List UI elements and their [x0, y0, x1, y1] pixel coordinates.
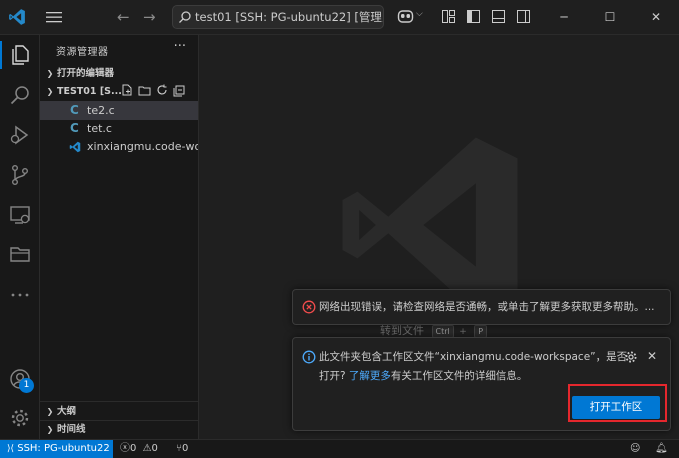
- search-icon: [179, 11, 191, 23]
- accounts-badge: 1: [19, 378, 34, 393]
- command-center-text: test01 [SSH: PG-ubuntu22] [管理员]: [195, 10, 384, 24]
- new-folder-icon[interactable]: [138, 83, 151, 97]
- remote-indicator[interactable]: ⟩⟨ SSH: PG-ubuntu22: [0, 440, 113, 458]
- back-arrow-icon[interactable]: ←: [117, 8, 130, 26]
- message-suffix: 有关工作区文件的详细信息。: [390, 370, 528, 382]
- error-count: 0: [130, 443, 137, 454]
- notifications-bell-icon[interactable]: 🔔︎: [655, 440, 668, 458]
- source-control-icon[interactable]: [8, 163, 32, 187]
- message-line-1: 此文件夹包含工作区文件“xinxiangmu.code-workspace”，是…: [319, 351, 628, 363]
- close-window-button[interactable]: ✕: [633, 0, 679, 34]
- workspace-message: 此文件夹包含工作区文件“xinxiangmu.code-workspace”，是…: [319, 348, 628, 386]
- file-item-te2-c[interactable]: C te2.c: [40, 101, 198, 120]
- file-name: tet.c: [87, 122, 112, 135]
- timeline-label: 时间线: [57, 424, 86, 435]
- maximize-button[interactable]: ☐: [587, 0, 633, 34]
- command-center[interactable]: test01 [SSH: PG-ubuntu22] [管理员]: [172, 5, 384, 29]
- folder-section[interactable]: ❯ TEST01 [S...: [40, 83, 198, 101]
- remote-explorer-icon[interactable]: [8, 203, 32, 227]
- toggle-primary-sidebar-icon[interactable]: [466, 9, 481, 24]
- copilot-icon[interactable]: [397, 8, 414, 24]
- close-icon[interactable]: ✕: [647, 349, 657, 363]
- refresh-icon[interactable]: [156, 83, 168, 97]
- file-item-workspace[interactable]: xinxiangmu.code-wo...: [40, 137, 198, 156]
- highlight-box: [568, 384, 667, 422]
- chevron-right-icon: ❯: [46, 407, 54, 416]
- search-icon[interactable]: [8, 84, 32, 108]
- gear-icon[interactable]: [624, 350, 638, 364]
- layout-controls: [441, 9, 531, 24]
- chevron-right-icon: ❯: [46, 425, 54, 434]
- problems-indicator[interactable]: ⓧ0 ⚠0: [120, 440, 158, 458]
- run-debug-icon[interactable]: [8, 123, 32, 147]
- remote-icon: ⟩⟨: [7, 444, 15, 454]
- folder-icon[interactable]: [8, 242, 32, 266]
- c-file-icon: C: [70, 103, 79, 117]
- chevron-down-icon: ❯: [46, 69, 54, 78]
- outline-label: 大纲: [57, 406, 77, 417]
- menu-icon[interactable]: [44, 9, 64, 25]
- activity-bar: 1: [0, 35, 40, 439]
- error-notification: 网络出现错误，请检查网络是否通畅，或单击了解更多获取更多帮助。...: [292, 289, 671, 325]
- vscode-logo-icon: [9, 9, 25, 25]
- title-bar: ← → test01 [SSH: PG-ubuntu22] [管理员] ⌵ ─ …: [0, 0, 679, 35]
- chevron-down-icon[interactable]: ⌵: [416, 9, 423, 19]
- toggle-secondary-sidebar-icon[interactable]: [516, 9, 531, 24]
- ports-count: 0: [182, 443, 189, 454]
- ports-indicator[interactable]: ⑂0: [176, 440, 188, 458]
- explorer-sidebar: 资源管理器 ··· ❯ 打开的编辑器 ❯ TEST01 [S... C te2.c …: [40, 35, 199, 439]
- minimize-button[interactable]: ─: [541, 0, 587, 34]
- file-name: te2.c: [87, 104, 115, 117]
- error-icon: [302, 300, 316, 314]
- new-file-icon[interactable]: [121, 83, 133, 97]
- open-editors-label: 打开的编辑器: [57, 68, 115, 79]
- toggle-panel-icon[interactable]: [491, 9, 506, 24]
- customize-layout-icon[interactable]: [441, 9, 456, 24]
- hint-text: 转到文件: [380, 324, 424, 337]
- active-indicator: [0, 41, 2, 69]
- error-message: 网络出现错误，请检查网络是否通畅，或单击了解更多获取更多帮助。...: [319, 301, 655, 313]
- divider: [40, 401, 198, 402]
- collapse-all-icon[interactable]: [173, 83, 185, 97]
- remote-label: SSH: PG-ubuntu22: [17, 443, 110, 454]
- info-icon: [302, 350, 316, 364]
- warning-count: 0: [151, 443, 158, 454]
- explorer-icon[interactable]: [8, 43, 32, 67]
- window-controls: ─ ☐ ✕: [541, 0, 679, 34]
- c-file-icon: C: [70, 121, 79, 135]
- vscode-workspace-icon: [69, 141, 81, 153]
- learn-more-link[interactable]: 了解更多: [349, 370, 391, 382]
- status-bar: ⟩⟨ SSH: PG-ubuntu22 ⓧ0 ⚠0 ⑂0 ☺ 🔔︎: [0, 439, 679, 458]
- explorer-title: 资源管理器: [56, 47, 109, 58]
- timeline-section[interactable]: ❯ 时间线: [40, 421, 198, 439]
- folder-actions: [121, 83, 185, 97]
- file-name: xinxiangmu.code-wo...: [87, 140, 198, 153]
- chevron-down-icon: ❯: [46, 87, 54, 96]
- warning-icon: ⚠: [142, 443, 152, 454]
- forward-arrow-icon[interactable]: →: [143, 8, 156, 26]
- outline-section[interactable]: ❯ 大纲: [40, 403, 198, 421]
- accounts-status-icon[interactable]: ☺: [630, 440, 640, 458]
- open-editors-section[interactable]: ❯ 打开的编辑器: [40, 65, 198, 83]
- message-prefix: 打开?: [319, 370, 349, 382]
- file-item-tet-c[interactable]: C tet.c: [40, 119, 198, 138]
- error-icon: ⓧ: [120, 443, 130, 454]
- more-icon[interactable]: [8, 283, 32, 307]
- settings-gear-icon[interactable]: [8, 406, 32, 430]
- folder-label: TEST01 [S...: [57, 86, 122, 97]
- more-actions-icon[interactable]: ···: [174, 39, 186, 54]
